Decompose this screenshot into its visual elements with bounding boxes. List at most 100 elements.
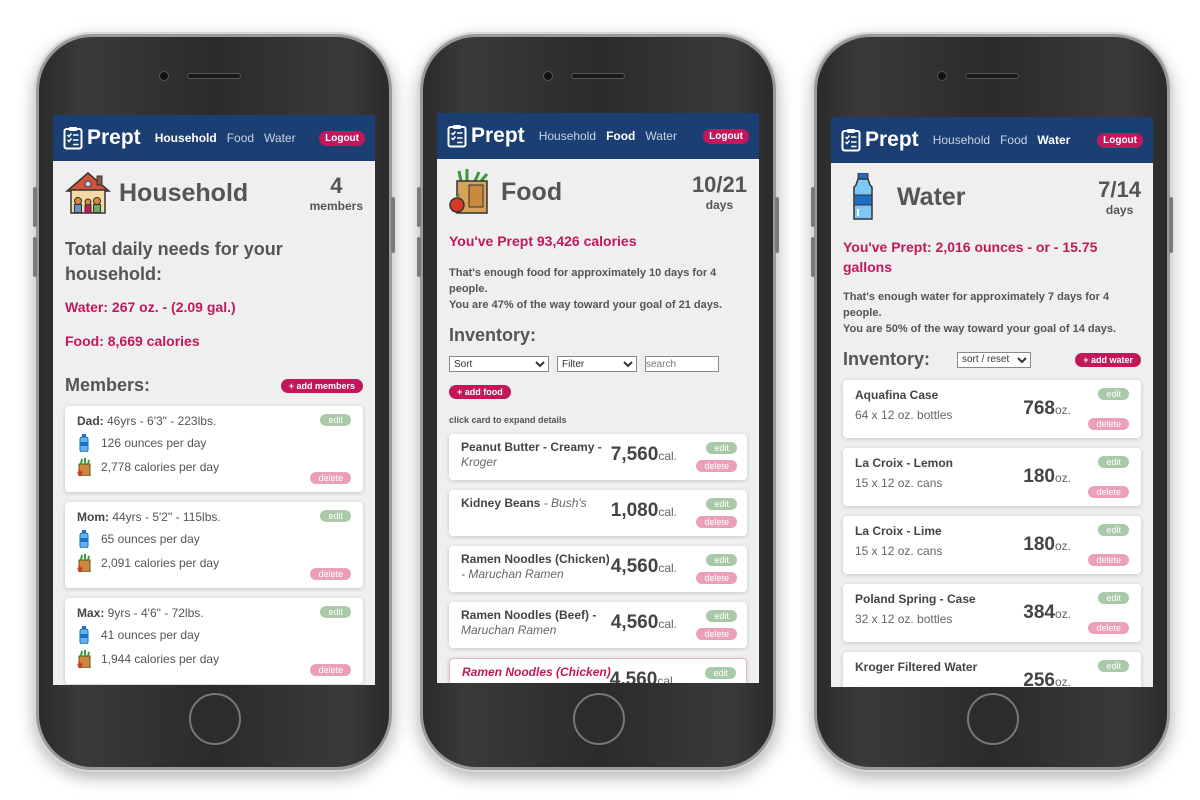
food-progress: You are 47% of the way toward your goal … <box>449 299 723 311</box>
days-stat: 7/14 days <box>1098 177 1141 217</box>
volume-button <box>417 187 421 227</box>
edit-button[interactable]: edit <box>706 610 737 622</box>
food-name: Ramen Noodles (Beef) - Maruchan Ramen <box>461 608 611 638</box>
inventory-heading: Inventory: <box>449 325 537 345</box>
phone-water: Prept Household Food Water Logout Water … <box>811 34 1173 770</box>
water-quantity: 384oz. <box>1023 602 1071 624</box>
water-card[interactable]: La Croix - Lime 15 x 12 oz. cans 180oz. … <box>843 516 1141 574</box>
food-brand: Maruchan Ramen <box>461 623 557 637</box>
add-water-button[interactable]: + add water <box>1075 352 1141 367</box>
quantity-value: 7,560 <box>610 444 659 465</box>
add-members-button[interactable]: + add members <box>280 378 363 393</box>
edit-button[interactable]: edit <box>320 414 351 426</box>
food-brand: Kroger <box>461 455 498 469</box>
food-card[interactable]: Ramen Noodles (Chicken) 4,560cal. edit <box>449 658 747 683</box>
water-name: Poland Spring - Case <box>855 592 976 606</box>
edit-button[interactable]: edit <box>1098 524 1129 536</box>
add-food-button[interactable]: + add food <box>449 385 511 399</box>
brand-logo[interactable]: Prept <box>841 128 919 152</box>
food-card[interactable]: Ramen Noodles (Chicken) - Maruchan Ramen… <box>449 546 747 592</box>
nav-food[interactable]: Food <box>227 131 254 145</box>
logout-button[interactable]: Logout <box>1097 132 1143 148</box>
brand-logo[interactable]: Prept <box>63 126 141 150</box>
edit-button[interactable]: edit <box>1098 456 1129 468</box>
member-food: 2,778 calories per day <box>101 460 220 474</box>
delete-button[interactable]: delete <box>1088 622 1129 634</box>
home-button[interactable] <box>573 693 625 745</box>
home-button[interactable] <box>189 693 241 745</box>
member-water-row: 41 ounces per day <box>77 626 351 644</box>
water-bottle-icon <box>79 434 89 452</box>
food-card[interactable]: Ramen Noodles (Beef) - Maruchan Ramen 4,… <box>449 602 747 648</box>
edit-button[interactable]: edit <box>1098 660 1129 672</box>
delete-button[interactable]: delete <box>696 460 737 472</box>
volume-button <box>811 187 815 227</box>
home-button[interactable] <box>967 693 1019 745</box>
delete-button[interactable]: delete <box>1088 554 1129 566</box>
grocery-bag-icon <box>77 554 91 572</box>
water-card[interactable]: Aquafina Case 64 x 12 oz. bottles 768oz.… <box>843 380 1141 438</box>
delete-button[interactable]: delete <box>310 472 351 484</box>
food-card[interactable]: Kidney Beans - Bush's 1,080cal. edit del… <box>449 490 747 536</box>
food-content: Food 10/21 days You've Prept 93,426 calo… <box>437 159 759 683</box>
brand-logo[interactable]: Prept <box>447 124 525 148</box>
water-card[interactable]: Poland Spring - Case 32 x 12 oz. bottles… <box>843 584 1141 642</box>
delete-button[interactable]: delete <box>310 664 351 676</box>
sort-select[interactable]: Sort <box>449 356 549 372</box>
nav-household[interactable]: Household <box>155 131 217 145</box>
member-card[interactable]: Dad: 46yrs - 6'3" - 223lbs. 126 ounces p… <box>65 406 363 492</box>
edit-button[interactable]: edit <box>706 442 737 454</box>
member-food-row: 2,778 calories per day <box>77 458 351 476</box>
edit-button[interactable]: edit <box>320 606 351 618</box>
member-food-row: 1,944 calories per day <box>77 650 351 668</box>
member-details: 44yrs - 5'2" - 115lbs. <box>109 510 221 524</box>
grocery-bag-icon <box>77 458 91 476</box>
nav-water[interactable]: Water <box>645 129 677 143</box>
food-card[interactable]: Peanut Butter - Creamy - Kroger 7,560cal… <box>449 434 747 480</box>
member-card[interactable]: Mom: 44yrs - 5'2" - 115lbs. 65 ounces pe… <box>65 502 363 588</box>
delete-button[interactable]: delete <box>310 568 351 580</box>
water-card[interactable]: La Croix - Lemon 15 x 12 oz. cans 180oz.… <box>843 448 1141 506</box>
delete-button[interactable]: delete <box>696 572 737 584</box>
edit-button[interactable]: edit <box>1098 388 1129 400</box>
edit-button[interactable]: edit <box>320 510 351 522</box>
power-button <box>391 197 395 253</box>
member-card[interactable]: Max: 9yrs - 4'6" - 72lbs. 41 ounces per … <box>65 598 363 684</box>
quantity-unit: oz. <box>1054 471 1071 485</box>
food-quantity: 7,560cal. <box>611 444 677 466</box>
quantity-value: 768 <box>1023 398 1055 419</box>
member-food-row: 2,091 calories per day <box>77 554 351 572</box>
nav-food[interactable]: Food <box>606 129 635 143</box>
edit-button[interactable]: edit <box>1098 592 1129 604</box>
front-camera <box>543 71 553 81</box>
household-screen: Prept Household Food Water Logout Househ… <box>53 115 375 685</box>
members-header: Members: + add members <box>65 375 363 396</box>
delete-button[interactable]: delete <box>1088 486 1129 498</box>
member-details: 9yrs - 4'6" - 72lbs. <box>104 606 204 620</box>
nav-household[interactable]: Household <box>539 129 596 143</box>
water-card[interactable]: Kroger Filtered Water 256oz. edit <box>843 652 1141 687</box>
logout-button[interactable]: Logout <box>703 128 749 144</box>
edit-button[interactable]: edit <box>705 667 736 679</box>
edit-button[interactable]: edit <box>706 498 737 510</box>
sort-reset-select[interactable]: sort / reset <box>957 351 1031 368</box>
delete-button[interactable]: delete <box>696 516 737 528</box>
delete-button[interactable]: delete <box>696 628 737 640</box>
inventory-controls: Sort Filter <box>449 356 747 372</box>
nav-water[interactable]: Water <box>1037 133 1070 147</box>
quantity-value: 1,080 <box>610 500 659 521</box>
member-header: Max: 9yrs - 4'6" - 72lbs. <box>77 606 351 620</box>
quantity-value: 256 <box>1023 670 1055 687</box>
page-title: Water <box>897 182 966 211</box>
delete-button[interactable]: delete <box>1088 418 1129 430</box>
water-header: Water 7/14 days <box>843 173 1141 221</box>
water-name: La Croix - Lemon <box>855 456 954 470</box>
search-input[interactable] <box>645 356 719 372</box>
edit-button[interactable]: edit <box>706 554 737 566</box>
nav-household[interactable]: Household <box>933 133 990 147</box>
days-label: days <box>1105 203 1134 217</box>
filter-select[interactable]: Filter <box>557 356 637 372</box>
nav-food[interactable]: Food <box>1000 133 1027 147</box>
logout-button[interactable]: Logout <box>319 130 365 146</box>
nav-water[interactable]: Water <box>264 131 296 145</box>
